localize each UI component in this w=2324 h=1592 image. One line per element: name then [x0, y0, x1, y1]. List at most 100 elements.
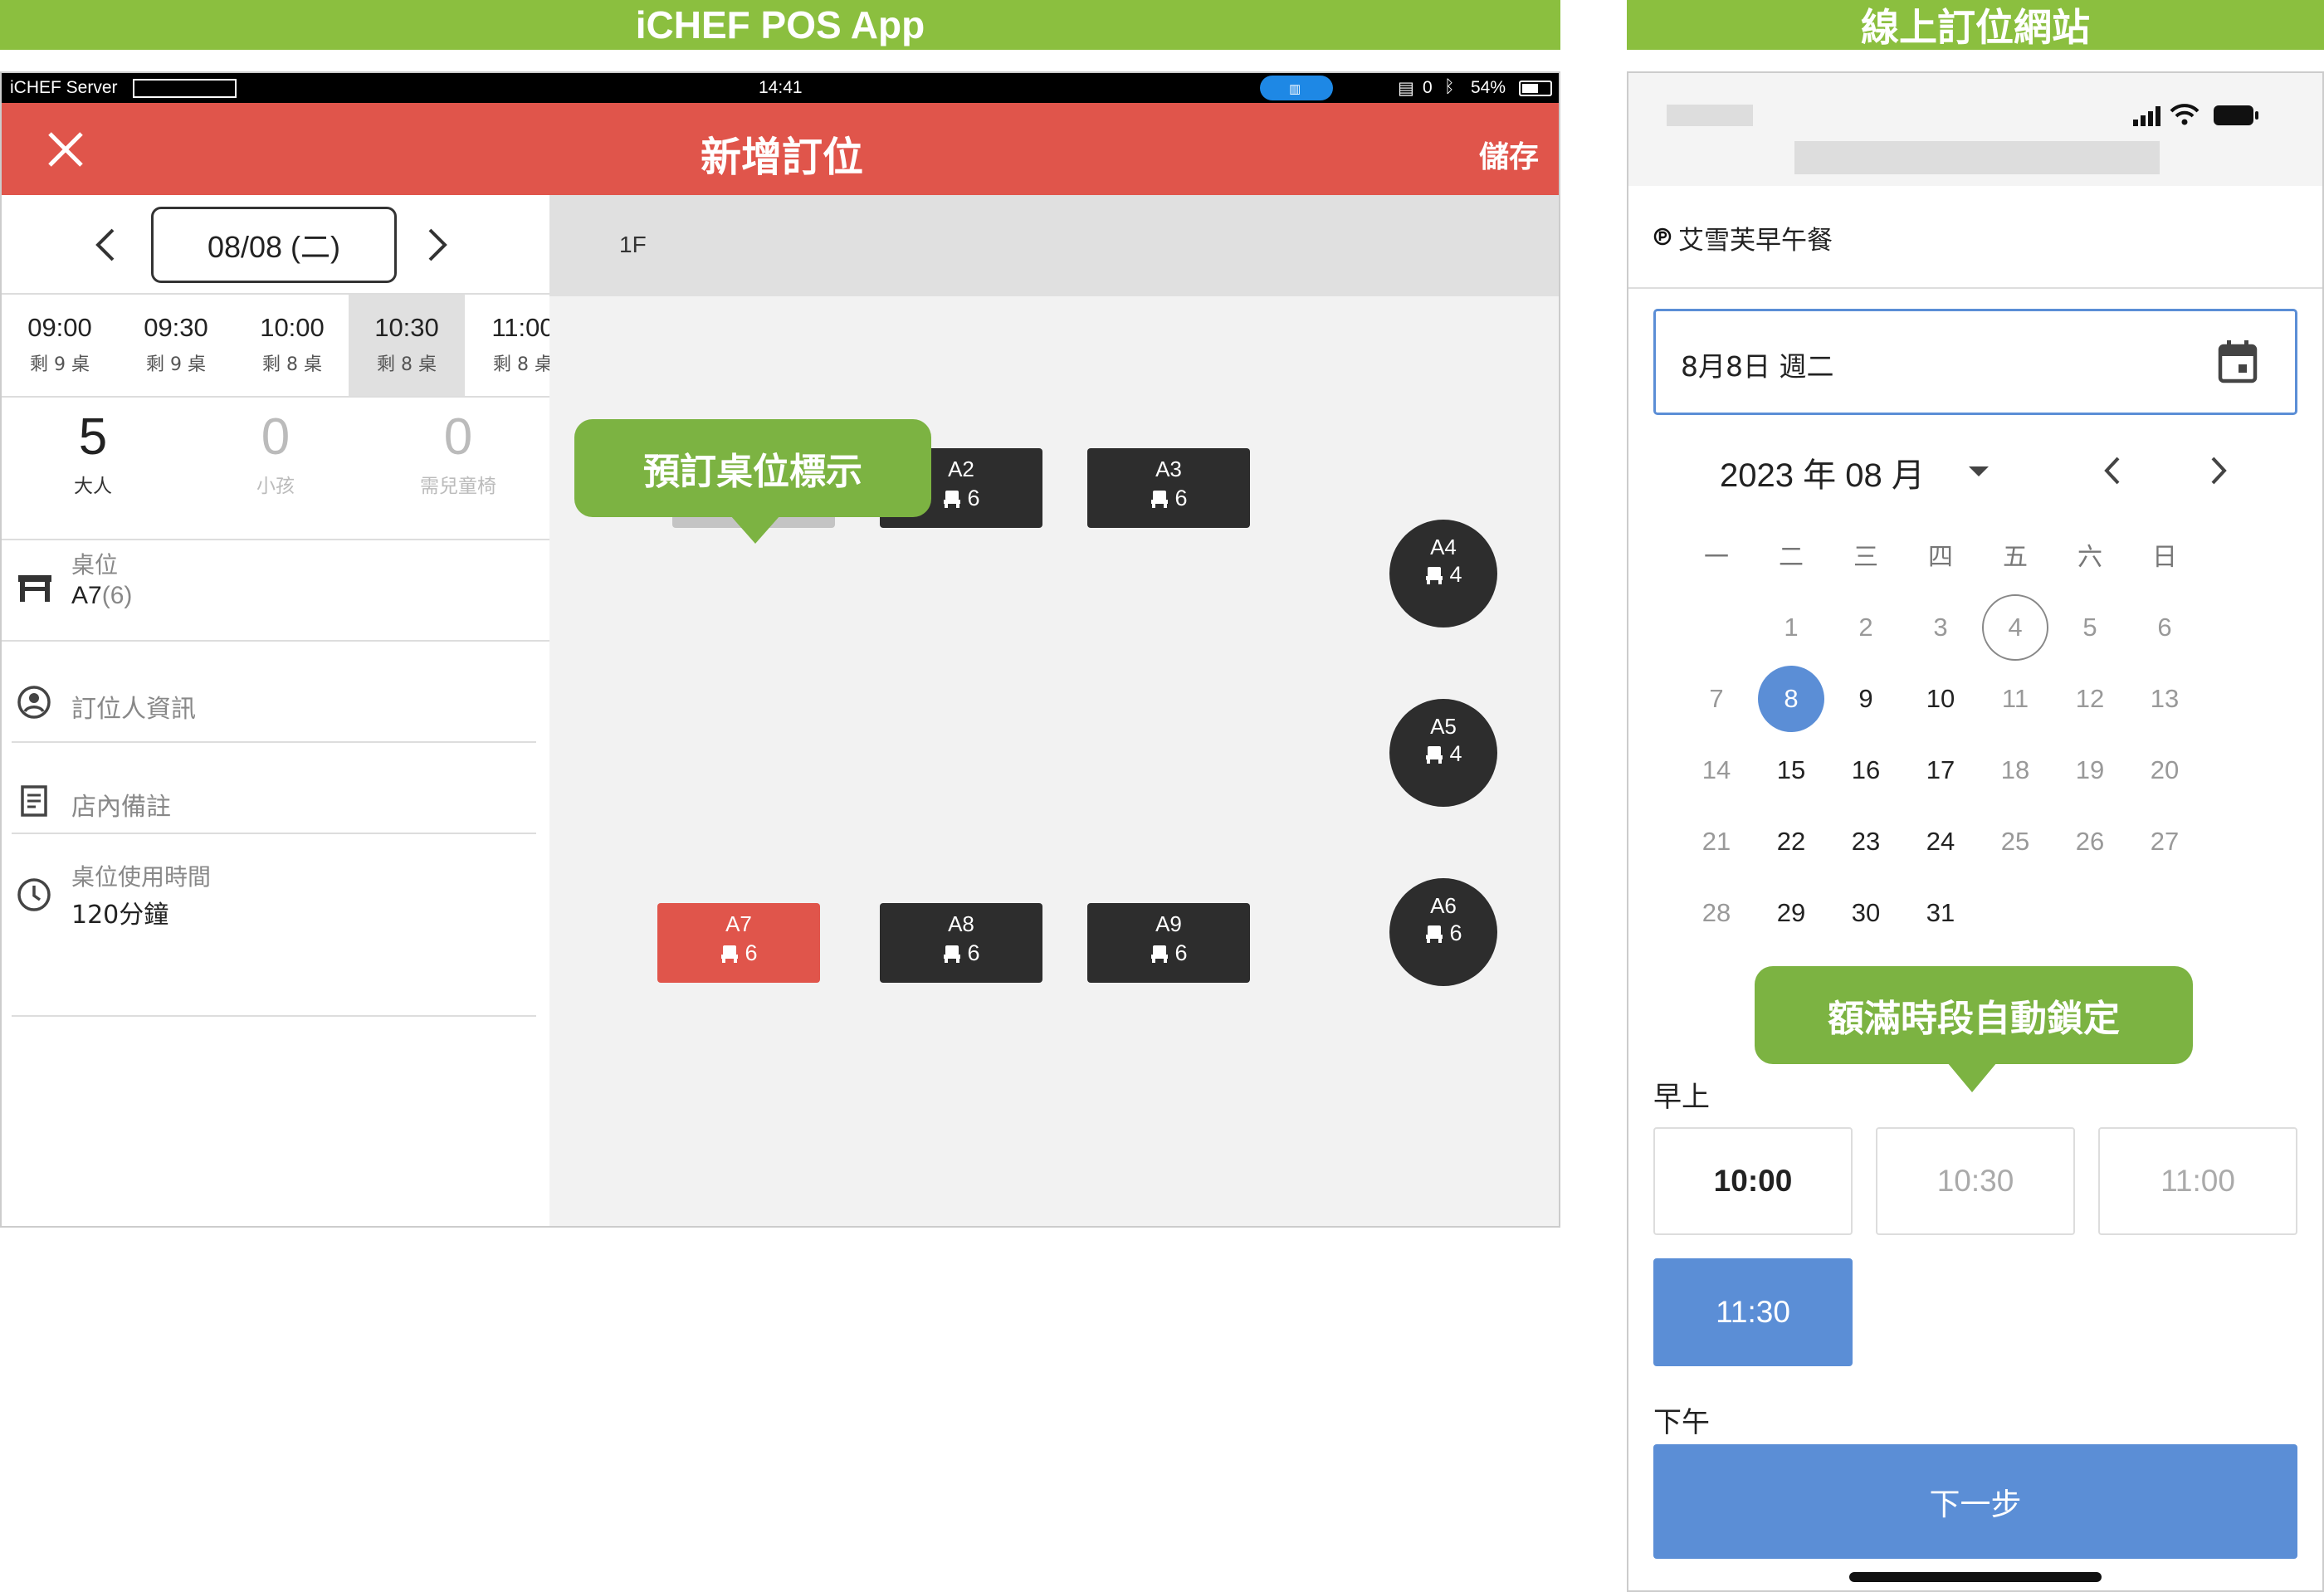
time-slot-0930[interactable]: 09:30 剩 9 桌 [118, 295, 234, 396]
status-pill: ▥ [1260, 76, 1333, 100]
table-a5[interactable]: A5 4 [1389, 699, 1497, 807]
next-step-button[interactable]: 下一步 [1653, 1444, 2297, 1559]
floor-tab-bar: 1F [549, 195, 1559, 296]
table-seats: 6 [1087, 940, 1250, 966]
time-slot-1030[interactable]: 10:30 剩 8 桌 [349, 295, 465, 396]
weekday-1: 二 [1779, 543, 1804, 572]
table-seats: 6 [1087, 486, 1250, 511]
guest-counter-0[interactable]: 5 大人 [18, 408, 168, 498]
clock-icon [17, 877, 51, 912]
time-slot-1000[interactable]: 10:00 剩 8 桌 [234, 295, 350, 396]
time-slot-time: 10:00 [260, 313, 325, 342]
seat-icon [1426, 566, 1443, 584]
callout-pointer [1947, 1062, 1997, 1092]
calendar-day-30[interactable]: 30 [1833, 880, 1899, 946]
time-slot-time: 09:30 [144, 313, 208, 342]
date-field[interactable]: 8月8日 週二 [1653, 309, 2297, 415]
table-seats: 6 [880, 940, 1042, 966]
guest-counter-1[interactable]: 0 小孩 [201, 408, 350, 498]
auto-lock-callout: 額滿時段自動鎖定 [1755, 966, 2193, 1064]
weekday-2: 三 [1853, 543, 1878, 572]
calendar-day-24[interactable]: 24 [1907, 808, 1974, 875]
time-option-label: 10:00 [1713, 1164, 1793, 1198]
time-slot-remaining: 剩 8 桌 [262, 354, 322, 375]
calendar-day-21: 21 [1702, 827, 1731, 856]
divider [12, 833, 536, 834]
calendar-day-23[interactable]: 23 [1833, 808, 1899, 875]
booker-info-field[interactable]: 訂位人資訊 [71, 688, 196, 725]
status-time: 14:41 [759, 78, 803, 97]
online-booking-phone: 艾雪芙早午餐 8月8日 週二 2023 年 08 月 一二三四五六日 12345… [1627, 71, 2324, 1592]
calendar-day-17[interactable]: 17 [1907, 737, 1974, 803]
guest-count-label: 需兒童椅 [420, 476, 496, 497]
weekday-5: 六 [2077, 543, 2102, 572]
table-name: A6 [1430, 893, 1457, 918]
calendar-day-13: 13 [2150, 684, 2180, 713]
month-label[interactable]: 2023 年 08 月 [1720, 448, 1925, 496]
calendar-day-3: 3 [1933, 613, 1948, 642]
time-slot-remaining: 剩 9 桌 [146, 354, 206, 375]
table-value[interactable]: A7(6) [71, 582, 132, 610]
table-seat-count: 6 [1449, 921, 1462, 945]
table-name: A4 [1430, 535, 1457, 559]
divider [1628, 287, 2322, 289]
time-slot-time: 09:00 [27, 313, 92, 342]
calendar-day-28: 28 [1702, 898, 1731, 927]
duration-label: 桌位使用時間 [71, 863, 212, 891]
calendar-day-10[interactable]: 10 [1907, 666, 1974, 732]
table-a4[interactable]: A4 4 [1389, 520, 1497, 628]
next-month-icon[interactable] [2209, 455, 2228, 486]
table-seat-count: 4 [1449, 562, 1462, 587]
store-notes-field[interactable]: 店內備註 [71, 786, 171, 823]
calendar-day-9[interactable]: 9 [1833, 666, 1899, 732]
calendar-day-29[interactable]: 29 [1758, 880, 1824, 946]
prev-date-icon[interactable] [95, 227, 116, 263]
floor-tab-1f[interactable]: 1F [619, 232, 647, 258]
signal-icon [2131, 105, 2165, 126]
time-slot-remaining: 剩 8 桌 [377, 354, 437, 375]
calendar-day-22[interactable]: 22 [1758, 808, 1824, 875]
table-seats: 6 [1389, 921, 1497, 946]
printer-count: 0 [1423, 78, 1433, 97]
table-value-name: A7 [71, 582, 102, 609]
booking-form-panel: 08/08 (二) 09:00 剩 9 桌 09:30 剩 9 桌 10:00 剩 8 桌… [2, 195, 554, 1226]
table-icon [17, 572, 53, 603]
table-a3[interactable]: A3 6 [1087, 448, 1250, 528]
table-a6[interactable]: A6 6 [1389, 878, 1497, 986]
printer-icon: ▤ [1398, 79, 1414, 98]
calendar-icon [2217, 338, 2258, 384]
time-slot-0900[interactable]: 09:00 剩 9 桌 [2, 295, 118, 396]
bluetooth-icon: ᛒ [1444, 77, 1455, 96]
calendar-day-16[interactable]: 16 [1833, 737, 1899, 803]
home-indicator [1849, 1572, 2102, 1582]
calendar-day-15[interactable]: 15 [1758, 737, 1824, 803]
calendar-day-8[interactable]: 8 [1758, 666, 1824, 732]
calendar-day-31[interactable]: 31 [1907, 880, 1974, 946]
guest-count: 0 [443, 408, 473, 466]
prev-month-icon[interactable] [2103, 455, 2121, 486]
table-a8[interactable]: A8 6 [880, 903, 1042, 983]
table-a9[interactable]: A9 6 [1087, 903, 1250, 983]
url-bar-redacted[interactable] [1794, 141, 2160, 174]
carrier-redacted [1667, 105, 1753, 126]
battery-text: 54% [1471, 78, 1506, 97]
time-option-1000[interactable]: 10:00 [1653, 1127, 1853, 1235]
month-dropdown-icon[interactable] [1967, 465, 1990, 478]
next-date-icon[interactable] [427, 227, 448, 263]
calendar-day-7: 7 [1709, 684, 1724, 713]
guest-count-label: 大人 [74, 476, 112, 497]
save-button[interactable]: 儲存 [1479, 133, 1539, 176]
calendar-day-1: 1 [1784, 613, 1799, 642]
web-booking-banner: 線上訂位網站 [1627, 0, 2324, 50]
guest-counter-2[interactable]: 0 需兒童椅 [383, 408, 533, 498]
time-option-1130[interactable]: 11:30 [1653, 1258, 1853, 1366]
table-seats: 4 [1389, 562, 1497, 588]
page-title: 新增訂位 [700, 134, 863, 181]
divider [12, 1015, 536, 1017]
table-a7[interactable]: A7 6 [657, 903, 820, 983]
store-logo-icon [1653, 227, 1672, 246]
duration-value[interactable]: 120分鐘 [71, 894, 168, 930]
calendar-day-18: 18 [2000, 755, 2030, 784]
date-picker-button[interactable]: 08/08 (二) [151, 207, 397, 283]
weekday-3: 四 [1928, 543, 1953, 572]
